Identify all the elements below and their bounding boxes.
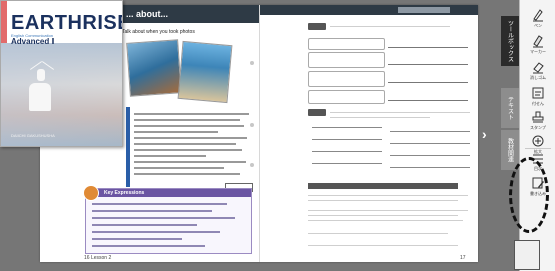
sidebar-divider xyxy=(525,148,551,149)
sticky-note-icon xyxy=(532,87,544,99)
key-expressions-box: Key Expressions xyxy=(83,185,252,254)
key-expressions-icon xyxy=(83,185,99,201)
sticky-note-tool-label: 付せん xyxy=(532,101,544,106)
stamp-tool-label: スタンプ xyxy=(530,125,546,130)
left-page-heading: ... about... xyxy=(126,9,168,19)
textbook-cover[interactable]: EARTHRISE English Communication Advanced… xyxy=(0,0,123,147)
instruction-line xyxy=(330,112,470,113)
zoom-tool-button[interactable]: 拡大 xyxy=(522,134,554,155)
tab-materials-label: 教材関連 xyxy=(506,138,513,162)
highlight-ring xyxy=(509,157,549,233)
question-box xyxy=(308,52,385,68)
question-box xyxy=(308,38,385,50)
deer-illustration xyxy=(37,69,45,81)
cover-title: EARTHRISE xyxy=(11,12,123,34)
zoom-icon xyxy=(532,135,544,147)
photo-thumbnail xyxy=(177,40,233,104)
key-expressions-title: Key Expressions xyxy=(86,189,251,197)
right-page xyxy=(260,5,478,262)
cover-publisher: DAIICHI GAKUSHUSHA xyxy=(11,133,55,138)
cover-artwork xyxy=(1,43,122,146)
page-dot xyxy=(250,61,254,65)
page-dot xyxy=(250,163,254,167)
dialogue-margin-bar xyxy=(126,107,130,187)
page-dot xyxy=(250,123,254,127)
tab-text-label: テキスト xyxy=(506,96,513,120)
eraser-icon xyxy=(533,62,544,74)
tab-toolbox-label: ツールボックス xyxy=(506,20,513,62)
eraser-tool-button[interactable]: 消しゴム xyxy=(522,60,554,81)
cover-edition: Advanced Ⅰ xyxy=(11,37,55,46)
next-page-arrow[interactable]: › xyxy=(482,126,487,142)
question-box xyxy=(308,90,385,104)
left-page-question: Talk about when you took photos xyxy=(122,29,195,35)
left-page-footer: 16 Lesson 2 xyxy=(84,255,112,261)
dialogue-text-block xyxy=(134,113,254,179)
sticky-note-tool-button[interactable]: 付せん xyxy=(522,86,554,107)
eraser-tool-label: 消しゴム xyxy=(530,75,546,80)
instruction-line xyxy=(330,26,450,27)
interaction-heading-bar xyxy=(308,183,458,189)
pen-tool-button[interactable]: ペン xyxy=(522,8,554,29)
side-tab-strip: ツールボックス テキスト 教材関連 xyxy=(501,16,519,170)
right-page-banner xyxy=(260,5,478,15)
step1-label xyxy=(308,23,326,30)
pen-tool-label: ペン xyxy=(534,23,542,28)
tab-toolbox[interactable]: ツールボックス xyxy=(501,16,519,66)
marker-tool-label: マーカー xyxy=(530,49,546,54)
pen-icon xyxy=(533,9,543,22)
deer-illustration xyxy=(29,83,51,111)
marker-icon xyxy=(533,35,543,48)
step2-label xyxy=(308,109,326,116)
question-box xyxy=(308,71,385,87)
marker-tool-button[interactable]: マーカー xyxy=(522,34,554,55)
right-page-footer: 17 xyxy=(460,255,466,261)
tab-text[interactable]: テキスト xyxy=(501,88,519,128)
right-page-banner-label xyxy=(398,7,450,13)
stamp-tool-button[interactable]: スタンプ xyxy=(522,110,554,131)
page-thumbnail[interactable] xyxy=(514,240,540,270)
photo-thumbnail xyxy=(126,39,182,97)
instruction-line xyxy=(330,117,430,118)
stamp-icon xyxy=(532,111,544,123)
